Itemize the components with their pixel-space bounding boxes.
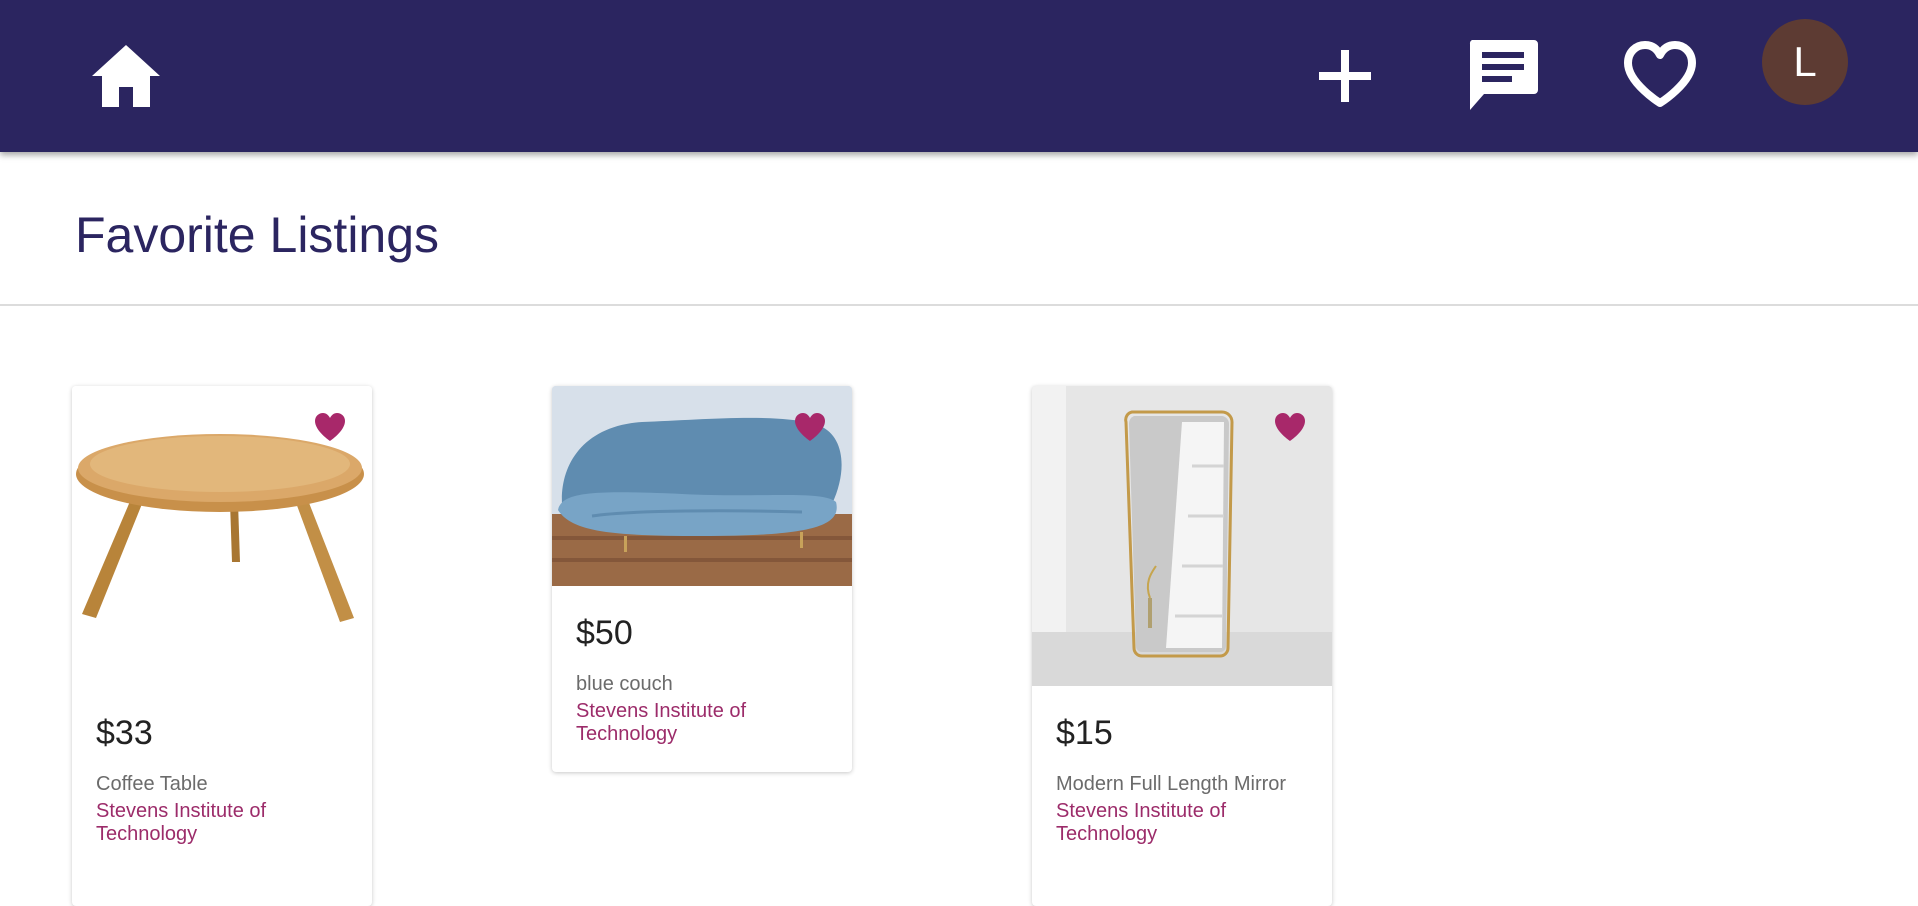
chat-icon: [1469, 40, 1538, 110]
blue-couch-image: [552, 386, 852, 586]
favorite-heart-icon[interactable]: [1274, 412, 1306, 442]
listing-name: Coffee Table: [96, 773, 208, 795]
listing-card[interactable]: $50 blue couch Stevens Institute of Tech…: [552, 386, 852, 772]
page-header: Favorite Listings: [0, 152, 1918, 306]
listing-school-link[interactable]: Stevens Institute of Technology: [576, 700, 776, 746]
listing-price: $33: [96, 714, 153, 752]
card-body: $15 Modern Full Length Mirror Stevens In…: [1032, 686, 1332, 864]
favorites-button[interactable]: [1618, 34, 1702, 116]
listing-price: $50: [576, 614, 633, 652]
favorite-heart-icon[interactable]: [314, 412, 346, 442]
top-app-bar: L: [0, 0, 1918, 152]
plus-icon: [1319, 50, 1371, 102]
avatar-initial: L: [1793, 38, 1817, 85]
listing-card[interactable]: $15 Modern Full Length Mirror Stevens In…: [1032, 386, 1332, 906]
add-listing-button[interactable]: [1310, 36, 1380, 116]
home-button[interactable]: [88, 38, 164, 114]
heart-outline-icon: [1624, 41, 1696, 107]
listing-school-link[interactable]: Stevens Institute of Technology: [96, 800, 296, 846]
user-avatar[interactable]: L: [1762, 19, 1848, 105]
listing-price: $15: [1056, 714, 1113, 752]
coffee-table-image: [72, 386, 372, 686]
page-title: Favorite Listings: [75, 207, 440, 263]
listing-school-link[interactable]: Stevens Institute of Technology: [1056, 800, 1256, 846]
listing-name: Modern Full Length Mirror: [1056, 773, 1287, 795]
mirror-image: [1032, 386, 1332, 686]
listing-name: blue couch: [576, 673, 673, 695]
favorite-heart-icon[interactable]: [794, 412, 826, 442]
listing-card[interactable]: $33 Coffee Table Stevens Institute of Te…: [72, 386, 372, 906]
home-icon: [92, 45, 160, 107]
card-body: $50 blue couch Stevens Institute of Tech…: [552, 586, 852, 764]
card-body: $33 Coffee Table Stevens Institute of Te…: [72, 686, 372, 864]
messages-button[interactable]: [1462, 34, 1544, 116]
